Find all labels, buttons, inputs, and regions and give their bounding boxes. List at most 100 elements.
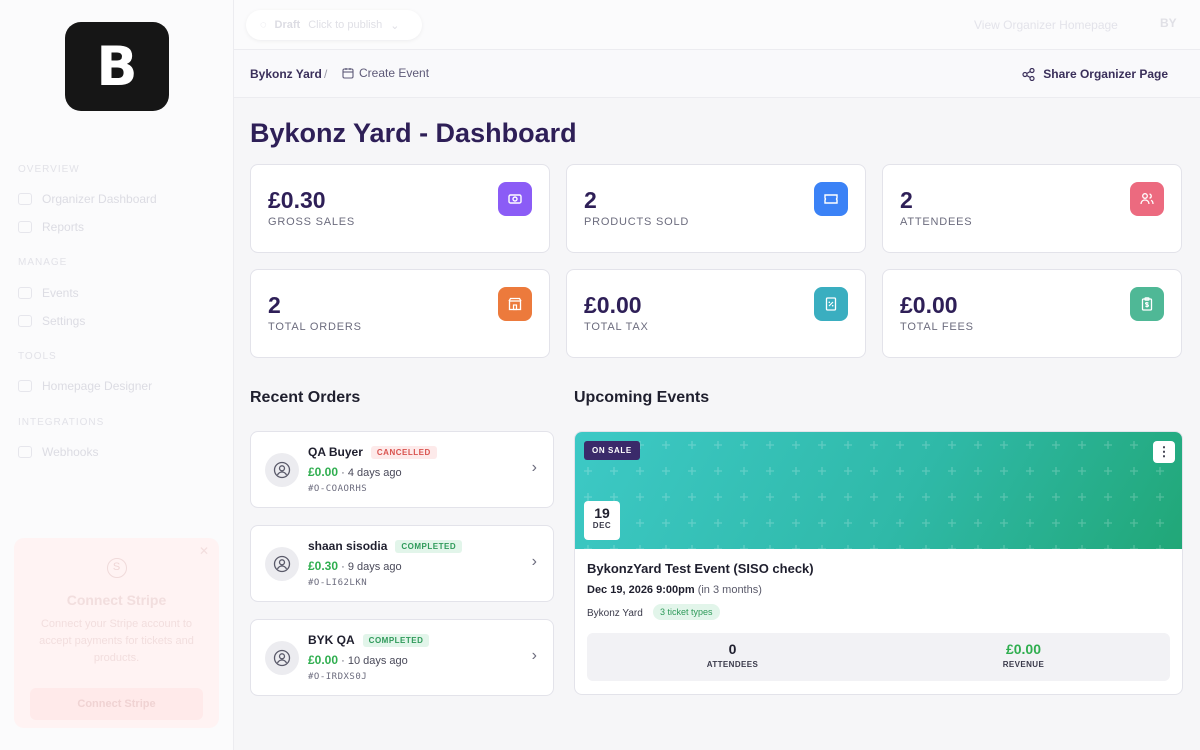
sidebar-item-settings[interactable]: Settings (18, 314, 85, 328)
order-amount: £0.00 (308, 465, 339, 479)
status-badge: COMPLETED (362, 633, 430, 647)
stripe-title: Connect Stripe (66, 592, 167, 608)
view-homepage-link[interactable]: View Organizer Homepage (974, 18, 1118, 32)
event-card[interactable]: ON SALE ⋮ 19 DEC BykonzYard Test Event (… (574, 431, 1183, 695)
order-time: 9 days ago (347, 561, 402, 573)
connect-stripe-button[interactable]: Connect Stripe (30, 688, 203, 720)
users-icon (1130, 182, 1164, 216)
event-stats: 0 ATTENDEES £0.00 REVENUE (587, 633, 1170, 681)
receipt-icon (814, 287, 848, 321)
customer-name: shaan sisodia (308, 539, 388, 553)
order-id: #O-IRDXS0J (308, 672, 368, 682)
stat-label: TOTAL TAX (584, 321, 649, 333)
order-summary: £0.30 · 9 days ago (308, 559, 402, 573)
event-date-value: Dec 19, 2026 9:00pm (587, 584, 695, 596)
sidebar-item-events[interactable]: Events (18, 286, 79, 300)
stat-label: PRODUCTS SOLD (584, 216, 690, 228)
ticket-types-badge: 3 ticket types (653, 604, 720, 620)
more-options-button[interactable]: ⋮ (1153, 441, 1175, 463)
sidebar-item-label: Settings (42, 314, 86, 328)
order-row[interactable]: BYK QA COMPLETED £0.00 · 10 days ago #O-… (250, 619, 554, 696)
stat-label: GROSS SALES (268, 216, 356, 228)
nav-section-overview: Overview (18, 164, 80, 175)
breadcrumb-separator: / (324, 67, 328, 81)
sidebar-item-homepage-designer[interactable]: Homepage Designer (18, 379, 152, 393)
reports-icon (18, 221, 32, 233)
eye-off-icon: ◌ (260, 19, 267, 31)
stat-value: £0.00 (900, 292, 958, 318)
sidebar-item-reports[interactable]: Reports (18, 220, 84, 234)
sidebar-item-label: Webhooks (42, 445, 99, 459)
organizer-logo[interactable]: B (65, 22, 169, 111)
order-amount: £0.00 (308, 653, 339, 667)
close-icon[interactable]: ✕ (199, 544, 209, 558)
breadcrumb-create-event[interactable]: Create Event (342, 66, 429, 80)
stat-value: 2 (900, 187, 913, 213)
share-label: Share Organizer Page (1043, 67, 1168, 81)
stat-label: TOTAL ORDERS (268, 321, 362, 333)
stripe-icon: S (106, 558, 127, 578)
stat-value: £0.00 (584, 292, 642, 318)
avatar[interactable]: BY (1160, 16, 1177, 30)
event-datetime: Dec 19, 2026 9:00pm (in 3 months) (587, 584, 762, 596)
calendar-icon (18, 287, 32, 299)
share-organizer-page-button[interactable]: Share Organizer Page (1022, 67, 1168, 81)
user-avatar-icon (265, 453, 299, 487)
sidebar: B Overview Organizer Dashboard Reports M… (0, 0, 234, 750)
dot-separator: · (341, 561, 348, 573)
order-summary: £0.00 · 10 days ago (308, 653, 408, 667)
user-avatar-icon (265, 547, 299, 581)
order-time: 10 days ago (347, 655, 408, 667)
sidebar-item-label: Organizer Dashboard (42, 192, 157, 206)
gear-icon (18, 315, 32, 327)
order-row[interactable]: QA Buyer CANCELLED £0.00 · 4 days ago #O… (250, 431, 554, 508)
chevron-down-icon: ⌄ (390, 19, 400, 32)
attendees-value: 0 (728, 641, 737, 657)
stat-value: 2 (268, 292, 281, 318)
webhook-icon (18, 446, 32, 458)
user-avatar-icon (265, 641, 299, 675)
order-customer: shaan sisodia COMPLETED (308, 539, 463, 553)
on-sale-badge: ON SALE (584, 441, 640, 460)
sidebar-item-label: Homepage Designer (42, 379, 153, 393)
stat-label: TOTAL FEES (900, 321, 974, 333)
sidebar-item-webhooks[interactable]: Webhooks (18, 445, 98, 459)
order-amount: £0.30 (308, 559, 339, 573)
revenue-value: £0.00 (1005, 641, 1042, 657)
event-banner: ON SALE ⋮ 19 DEC (575, 432, 1182, 549)
clipboard-icon (1130, 287, 1164, 321)
stat-label: ATTENDEES (900, 216, 973, 228)
dot-separator: · (341, 655, 348, 667)
event-title[interactable]: BykonzYard Test Event (SISO check) (587, 561, 814, 576)
attendees-label: ATTENDEES (706, 660, 759, 669)
cash-icon (498, 182, 532, 216)
ticket-icon (814, 182, 848, 216)
upcoming-events-title: Upcoming Events (574, 389, 710, 406)
event-month: DEC (592, 521, 612, 530)
breadcrumb-bar: Bykonz Yard / Create Event Share Organiz… (234, 50, 1200, 98)
chevron-right-icon: › (531, 459, 537, 476)
chevron-right-icon: › (531, 553, 537, 570)
event-revenue: £0.00 REVENUE (878, 641, 1169, 669)
logo-letter: B (96, 35, 138, 98)
dot-separator: · (341, 467, 348, 479)
calendar-plus-icon (342, 68, 354, 79)
order-row[interactable]: shaan sisodia COMPLETED £0.30 · 9 days a… (250, 525, 554, 602)
event-date-badge: 19 DEC (584, 501, 620, 540)
sidebar-item-organizer-dashboard[interactable]: Organizer Dashboard (18, 192, 157, 206)
order-id: #O-LI62LKN (308, 578, 368, 588)
event-attendees: 0 ATTENDEES (587, 641, 878, 669)
sidebar-item-label: Reports (42, 220, 85, 234)
status-badge: COMPLETED (395, 539, 463, 553)
palette-icon (18, 380, 32, 392)
status-hint: Click to publish (308, 19, 383, 31)
stripe-description: Connect your Stripe account to accept pa… (39, 618, 194, 664)
breadcrumb-label: Create Event (359, 66, 430, 80)
page-title: Bykonz Yard - Dashboard (250, 118, 577, 148)
connect-stripe-card: ✕ S Connect Stripe Connect your Stripe a… (14, 538, 219, 728)
event-day: 19 (594, 505, 610, 521)
topbar: ◌ Draft Click to publish ⌄ View Organize… (234, 0, 1200, 50)
publish-status-toggle[interactable]: ◌ Draft Click to publish ⌄ (246, 10, 422, 40)
customer-name: BYK QA (308, 633, 355, 647)
breadcrumb-home[interactable]: Bykonz Yard (250, 67, 322, 81)
